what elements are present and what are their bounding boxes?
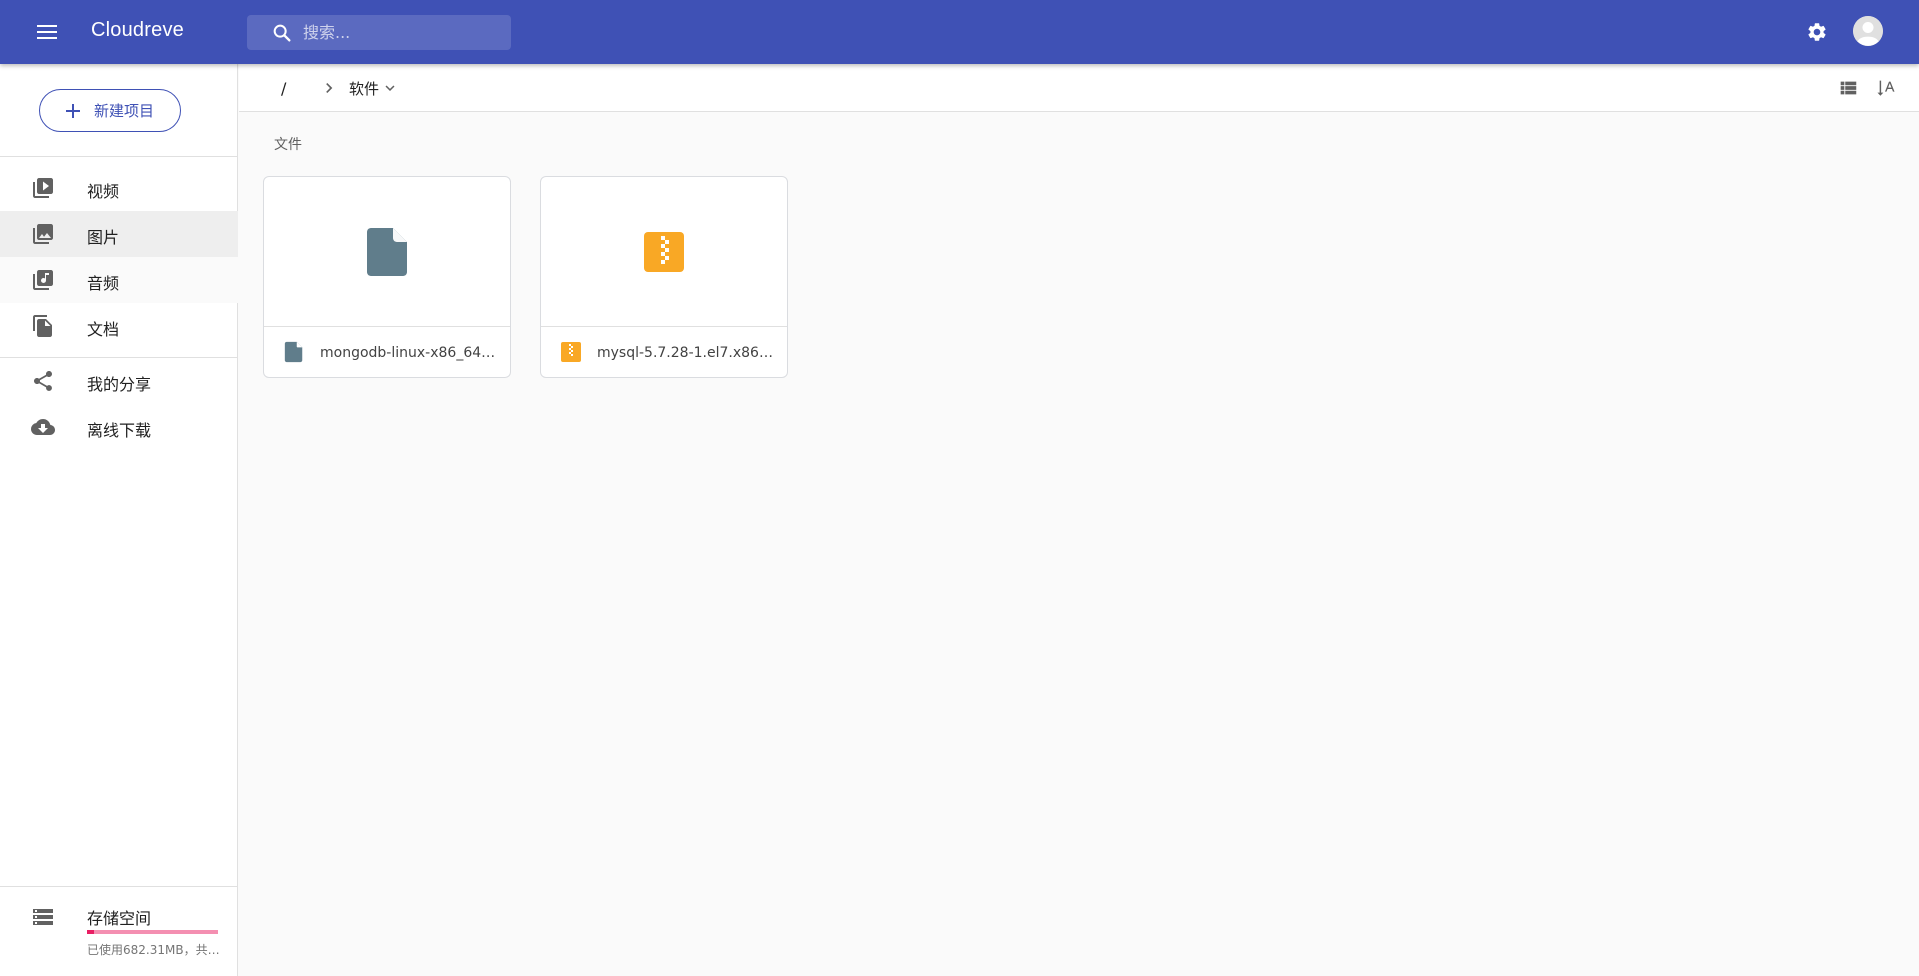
file-card[interactable]: mongodb-linux-x86_64-… [263, 176, 511, 378]
breadcrumb-root[interactable]: / [281, 79, 286, 98]
app-bar: Cloudreve [0, 0, 1919, 64]
sidebar-item-label: 图片 [87, 228, 120, 247]
storage-usage-text: 已使用682.31MB，共… [87, 943, 220, 957]
settings-button[interactable] [1803, 18, 1831, 46]
storage-panel[interactable]: 存储空间 已使用682.31MB，共… [0, 886, 238, 976]
chevron-down-icon [385, 85, 395, 91]
sidebar-item-label: 我的分享 [87, 375, 152, 394]
sidebar-item-images[interactable]: 图片 [0, 211, 238, 257]
breadcrumb-current-label: 软件 [349, 79, 380, 98]
sidebar-item-offline-download[interactable]: 离线下载 [0, 404, 238, 450]
plus-icon [66, 103, 80, 118]
storage-icon [33, 909, 53, 925]
search-box[interactable] [247, 15, 511, 50]
file-icon [367, 227, 407, 276]
file-card[interactable]: mysql-5.7.28-1.el7.x86_… [540, 176, 788, 378]
section-title-files: 文件 [274, 137, 302, 153]
sidebar-item-audio[interactable]: 音频 [0, 257, 238, 303]
file-name: mysql-5.7.28-1.el7.x86_… [597, 345, 773, 361]
file-icon [284, 341, 303, 363]
file-name: mongodb-linux-x86_64-… [320, 345, 496, 361]
divider [0, 156, 238, 157]
sidebar-item-my-shares[interactable]: 我的分享 [0, 358, 238, 404]
cloud-download-icon [31, 419, 55, 435]
library-music-icon [33, 270, 53, 290]
app-title: Cloudreve [91, 19, 184, 41]
list-view-icon[interactable] [1837, 77, 1859, 99]
sidebar-item-documents[interactable]: 文档 [0, 303, 238, 349]
sidebar-item-video[interactable]: 视频 [0, 165, 238, 211]
path-navbar: / 软件 [239, 64, 1919, 112]
share-icon [34, 371, 52, 391]
archive-icon [561, 342, 581, 362]
chevron-right-icon [326, 83, 333, 93]
file-preview [541, 177, 787, 327]
sidebar: 新建项目 视频 图片 音频 文档 我的分享 离线下载 存储空间 已使用682.3… [0, 64, 238, 976]
storage-progress-fill [87, 930, 94, 934]
storage-title: 存储空间 [87, 909, 152, 928]
video-library-icon [33, 178, 53, 198]
archive-icon [644, 231, 684, 272]
sidebar-item-label: 视频 [87, 182, 120, 201]
storage-progress-bar [87, 930, 218, 934]
search-icon [273, 24, 291, 42]
sidebar-item-label: 音频 [87, 274, 120, 293]
gear-icon [1808, 23, 1826, 41]
file-preview [264, 177, 510, 327]
file-copy-icon [33, 315, 52, 337]
avatar[interactable] [1853, 16, 1883, 46]
menu-button[interactable] [31, 16, 63, 48]
sidebar-item-label: 离线下载 [87, 421, 152, 440]
new-item-label: 新建项目 [94, 102, 155, 120]
search-input[interactable] [303, 15, 503, 50]
new-item-button[interactable]: 新建项目 [39, 89, 181, 132]
user-avatar-icon [1853, 16, 1883, 46]
photo-library-icon [33, 224, 53, 244]
breadcrumb-current-folder[interactable]: 软件 [349, 74, 399, 102]
sidebar-item-label: 文档 [87, 320, 120, 339]
sort-by-alpha-icon[interactable] [1876, 77, 1898, 99]
menu-icon [37, 25, 57, 39]
